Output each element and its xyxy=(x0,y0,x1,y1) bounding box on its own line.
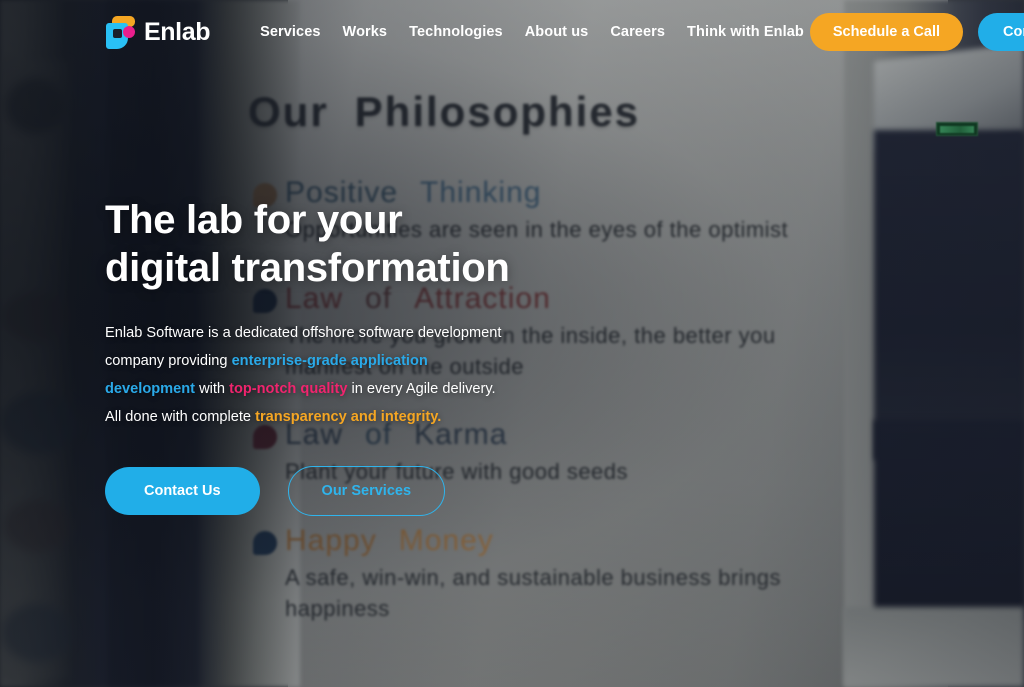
brand-name: Enlab xyxy=(144,17,211,46)
hero-paragraph-part2: with xyxy=(195,380,230,397)
nav-item-technologies[interactable]: Technologies xyxy=(409,24,503,40)
hero-link-transparency-integrity[interactable]: transparency and integrity. xyxy=(255,409,441,425)
hero-heading-line1: The lab for your xyxy=(105,198,403,242)
enlab-logo-icon xyxy=(105,15,135,49)
nav-item-careers[interactable]: Careers xyxy=(610,24,665,40)
hero-heading-line2: digital transformation xyxy=(105,246,510,291)
nav-item-services[interactable]: Services xyxy=(260,24,320,40)
logo-pink-dot xyxy=(123,26,135,38)
header-actions: Schedule a Call Contact Us xyxy=(809,13,1024,51)
hero-section: The lab for your digital transformation … xyxy=(105,196,625,516)
site-header: Enlab Services Works Technologies About … xyxy=(0,0,1024,64)
nav-item-works[interactable]: Works xyxy=(343,24,388,40)
header-contact-us-button[interactable]: Contact Us xyxy=(978,13,1024,51)
hero-paragraph: Enlab Software is a dedicated offshore s… xyxy=(105,319,505,431)
schedule-a-call-button[interactable]: Schedule a Call xyxy=(809,13,964,51)
main-navigation: Services Works Technologies About us Car… xyxy=(260,24,804,40)
brand-logo[interactable]: Enlab xyxy=(105,15,210,49)
hero-link-top-notch-quality[interactable]: top-notch quality xyxy=(229,381,347,397)
nav-item-about-us[interactable]: About us xyxy=(525,24,589,40)
hero-heading: The lab for your digital transformation xyxy=(105,196,625,293)
page-stage: OurPhilosophies PositiveThinking Opportu… xyxy=(0,0,1024,687)
hero-cta-group: Contact Us Our Services xyxy=(105,465,625,516)
hero-contact-us-button[interactable]: Contact Us xyxy=(105,466,260,515)
nav-item-think-with-enlab[interactable]: Think with Enlab xyxy=(687,24,804,40)
hero-our-services-button[interactable]: Our Services xyxy=(287,465,446,516)
